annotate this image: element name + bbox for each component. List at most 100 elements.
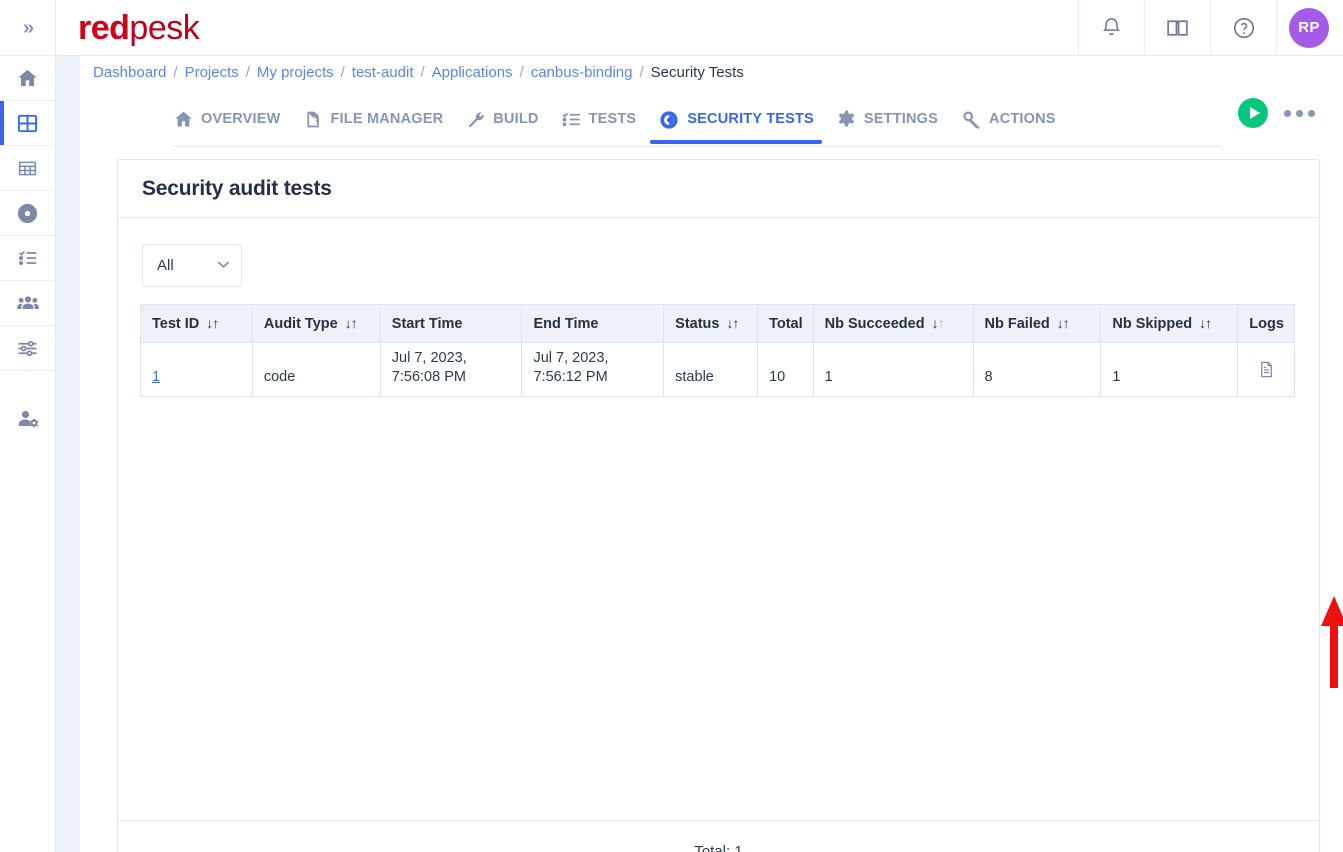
sort-icon: ↓↑ [1199, 315, 1212, 331]
user-menu[interactable]: RP [1276, 0, 1343, 56]
col-test-id[interactable]: Test ID ↓↑ [140, 304, 253, 343]
more-options-button[interactable] [1284, 109, 1315, 117]
cell-audit-type: code [251, 342, 381, 397]
table-body: 1 code Jul 7, 2023, 7:56:08 PM Jul 7, 20… [140, 342, 1295, 397]
document-icon[interactable] [1257, 362, 1276, 383]
col-label: Audit Type [263, 316, 338, 332]
sort-icon: ↓↑ [344, 315, 358, 331]
sidebar-item-teams[interactable] [0, 281, 55, 326]
checklist-icon [17, 247, 39, 269]
users-icon [16, 291, 40, 315]
tab-label: ACTIONS [989, 111, 1056, 128]
sidebar-item-tables[interactable] [0, 146, 55, 191]
notifications-icon[interactable] [1078, 0, 1144, 56]
dot-icon [1296, 109, 1303, 117]
sidebar-item-admin[interactable] [0, 396, 55, 441]
status-filter-select[interactable]: All [142, 244, 242, 287]
play-icon [1249, 107, 1260, 119]
col-end-time[interactable]: End Time [521, 304, 665, 343]
gear-icon [836, 109, 857, 130]
eye-icon [658, 109, 680, 131]
cell-end-time: Jul 7, 2023, 7:56:12 PM [521, 342, 665, 397]
tab-security-tests[interactable]: SECURITY TESTS [650, 88, 822, 144]
table-row: 1 code Jul 7, 2023, 7:56:08 PM Jul 7, 20… [140, 342, 1295, 397]
tab-actions[interactable]: ACTIONS [960, 88, 1056, 138]
breadcrumb-current: Security Tests [650, 63, 744, 81]
col-label: Nb Failed [984, 316, 1050, 332]
cell-nb-skipped: 1 [1100, 342, 1239, 397]
page-root: » redpesk RP Dashboard / Projects / My p… [0, 0, 1343, 852]
file-manager-icon [303, 109, 324, 130]
col-logs: Logs [1237, 304, 1295, 343]
breadcrumb-dashboard[interactable]: Dashboard [93, 64, 166, 81]
tab-tests[interactable]: TESTS [561, 88, 637, 138]
status-filter-value: All [157, 257, 174, 274]
col-nb-succeeded[interactable]: Nb Succeeded ↓↑ [812, 304, 974, 343]
table-icon [17, 158, 38, 179]
sidebar-collapse-button[interactable]: » [0, 0, 55, 56]
left-gutter [56, 56, 80, 852]
sidebar-item-home[interactable] [0, 56, 55, 101]
cell-test-id: 1 [140, 342, 253, 397]
breadcrumb-separator: / [519, 63, 524, 81]
sidebar-item-tasks[interactable] [0, 236, 55, 281]
sidebar-item-settings[interactable] [0, 326, 55, 371]
chevron-double-right-icon: » [22, 16, 34, 39]
dot-icon [1284, 109, 1291, 117]
page-title: Security audit tests [142, 176, 332, 200]
col-total[interactable]: Total [757, 304, 814, 343]
breadcrumb-projects[interactable]: Projects [185, 64, 239, 81]
test-id-link[interactable]: 1 [152, 369, 160, 385]
breadcrumb-test-audit[interactable]: test-audit [352, 64, 414, 81]
sort-icon: ↓↑ [726, 315, 739, 331]
col-start-time[interactable]: Start Time [379, 304, 523, 343]
arrow-up-icon [1321, 596, 1343, 688]
status-badge: stable [663, 342, 759, 397]
sort-icon: ↓↑ [931, 315, 945, 331]
top-bar: redpesk RP [56, 0, 1343, 56]
tab-settings[interactable]: SETTINGS [836, 88, 938, 138]
col-nb-failed[interactable]: Nb Failed ↓↑ [972, 304, 1102, 343]
breadcrumb-separator: / [245, 63, 250, 81]
breadcrumb-my-projects[interactable]: My projects [257, 64, 334, 81]
documentation-icon[interactable] [1144, 0, 1210, 56]
breadcrumb-separator: / [639, 63, 644, 81]
checklist-icon [561, 109, 582, 130]
card-header: Security audit tests [118, 160, 1319, 218]
grid-icon [16, 112, 39, 135]
col-nb-skipped[interactable]: Nb Skipped ↓↑ [1100, 304, 1239, 343]
table-header-row: Test ID ↓↑ Audit Type ↓↑ Start Time End Ti… [140, 304, 1295, 343]
sort-icon: ↓↑ [206, 315, 219, 331]
tab-label: SECURITY TESTS [687, 111, 814, 128]
cell-nb-failed: 8 [972, 342, 1102, 397]
home-icon [173, 109, 194, 130]
sort-icon: ↓↑ [1056, 315, 1070, 331]
sidebar-rail: » [0, 0, 56, 852]
table-head: Test ID ↓↑ Audit Type ↓↑ Start Time End Ti… [140, 304, 1295, 343]
cell-nb-succeeded: 1 [812, 342, 974, 397]
tab-bar-actions [1238, 88, 1343, 128]
user-cog-icon [16, 407, 40, 431]
brand-logo[interactable]: redpesk [78, 11, 200, 45]
table-container: Test ID ↓↑ Audit Type ↓↑ Start Time End Ti… [118, 287, 1319, 397]
tab-build[interactable]: BUILD [465, 88, 538, 138]
col-label: Logs [1249, 315, 1284, 332]
tab-label: OVERVIEW [201, 111, 281, 128]
help-icon[interactable] [1210, 0, 1276, 56]
sidebar-item-images[interactable] [0, 191, 55, 236]
sliders-icon [16, 337, 39, 360]
run-button[interactable] [1238, 98, 1268, 128]
sidebar-item-projects[interactable] [0, 101, 55, 146]
plug-icon [960, 109, 982, 131]
breadcrumb-applications[interactable]: Applications [432, 64, 513, 81]
tab-overview[interactable]: OVERVIEW [173, 88, 281, 138]
col-status[interactable]: Status ↓↑ [663, 304, 759, 343]
breadcrumb-canbus-binding[interactable]: canbus-binding [531, 64, 633, 81]
tab-file-manager[interactable]: FILE MANAGER [303, 88, 444, 138]
col-label: Status [675, 316, 720, 332]
col-label: Total [769, 315, 803, 332]
breadcrumb-separator: / [173, 63, 178, 81]
col-audit-type[interactable]: Audit Type ↓↑ [251, 304, 381, 343]
wrench-icon [465, 109, 486, 130]
cell-start-time: Jul 7, 2023, 7:56:08 PM [379, 342, 523, 397]
